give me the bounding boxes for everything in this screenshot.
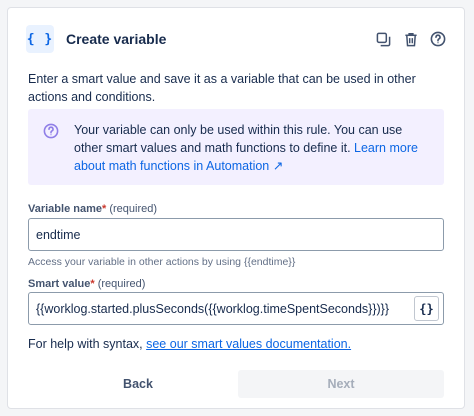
variable-name-helper: Access your variable in other actions by… [28,256,296,268]
panel-header: { } Create variable [26,24,446,54]
variable-name-label: Variable name* (required) [28,203,157,215]
next-button[interactable]: Next [238,370,444,398]
info-text: Your variable can only be used within th… [74,123,403,155]
required-text: (required) [97,278,146,290]
required-text: (required) [109,203,158,215]
smart-value-input[interactable]: {{worklog.started.plusSeconds({{worklog.… [28,292,444,325]
syntax-help: For help with syntax, see our smart valu… [28,337,351,351]
panel-title: Create variable [66,31,167,47]
question-circle-icon [43,123,59,139]
variable-name-label-text: Variable name [28,203,102,215]
variable-name-input[interactable]: endtime [28,218,444,251]
create-variable-panel: { } Create variable Enter a smart value … [7,7,465,409]
external-link-icon: ↗ [272,159,284,173]
syntax-help-text: For help with syntax, [28,337,147,351]
smart-value-label-text: Smart value [28,278,91,290]
variable-name-value: endtime [36,227,81,242]
required-star: * [102,203,107,215]
required-star: * [90,278,95,290]
description-text: Enter a smart value and save it as a var… [28,72,416,104]
header-actions [375,31,446,48]
trash-icon[interactable] [402,31,419,48]
duplicate-icon[interactable] [375,31,392,48]
info-message: Your variable can only be used within th… [28,109,444,185]
insert-smart-value-button[interactable]: {} [414,296,439,321]
back-button[interactable]: Back [35,370,241,398]
curly-braces-icon: { } [26,25,54,53]
smart-values-docs-link[interactable]: see our smart values documentation. [146,337,351,351]
help-icon[interactable] [429,31,446,48]
smart-value-text: {{worklog.started.plusSeconds({{worklog.… [36,301,390,316]
smart-value-label: Smart value* (required) [28,278,145,290]
